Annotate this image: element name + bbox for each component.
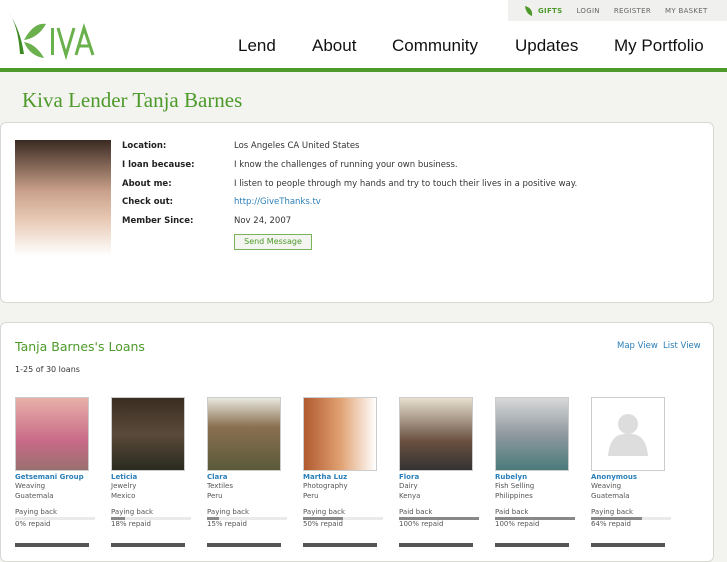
about-me-label: About me: bbox=[122, 179, 172, 189]
page-title: Kiva Lender Tanja Barnes bbox=[22, 88, 243, 112]
leaf-icon bbox=[525, 5, 533, 16]
loan-item[interactable]: Leticia Jewelry Mexico Paying back 18% r… bbox=[111, 397, 193, 530]
loan-sector: Photography bbox=[303, 482, 348, 490]
login-link[interactable]: LOGIN bbox=[576, 7, 599, 15]
site-header: GIFTS LOGIN REGISTER MY BASKET Lend Abou… bbox=[0, 0, 727, 72]
next-row-photo[interactable] bbox=[15, 543, 89, 547]
kiva-logo[interactable] bbox=[6, 10, 98, 60]
gifts-link[interactable]: GIFTS bbox=[538, 7, 562, 15]
location-label: Location: bbox=[122, 141, 167, 151]
loan-sector: Textiles bbox=[207, 482, 234, 490]
loan-item[interactable]: Clara Textiles Peru Paying back 15% repa… bbox=[207, 397, 289, 530]
borrower-photo[interactable] bbox=[111, 397, 185, 471]
lender-photo bbox=[15, 140, 111, 285]
loan-item[interactable]: Getsemani Group Weaving Guatemala Paying… bbox=[15, 397, 97, 530]
next-row-photo[interactable] bbox=[591, 543, 665, 547]
member-since-value: Nov 24, 2007 bbox=[234, 216, 292, 226]
loan-item[interactable]: Anonymous Weaving Guatemala Paying back … bbox=[591, 397, 673, 530]
loan-status: Paying back bbox=[15, 508, 58, 516]
borrower-name[interactable]: Flora bbox=[399, 472, 481, 482]
loan-item[interactable]: Martha Luz Photography Peru Paying back … bbox=[303, 397, 385, 530]
next-row-photo[interactable] bbox=[303, 543, 377, 547]
send-message-button[interactable]: Send Message bbox=[234, 234, 312, 250]
loan-country: Guatemala bbox=[15, 491, 54, 500]
loan-item[interactable]: Rubelyn Fish Selling Philippines Paid ba… bbox=[495, 397, 577, 530]
loan-country: Kenya bbox=[399, 491, 421, 500]
loan-country: Guatemala bbox=[591, 491, 630, 500]
repaid-percent: 100% repaid bbox=[399, 520, 444, 528]
loan-status: Paying back bbox=[207, 508, 250, 516]
loan-status: Paid back bbox=[495, 508, 529, 516]
list-view-link[interactable]: List View bbox=[663, 341, 701, 351]
check-out-label: Check out: bbox=[122, 197, 174, 207]
borrower-photo[interactable] bbox=[15, 397, 89, 471]
loan-country: Peru bbox=[207, 491, 223, 500]
loan-status: Paying back bbox=[111, 508, 154, 516]
next-row-photo[interactable] bbox=[495, 543, 569, 547]
borrower-photo[interactable] bbox=[303, 397, 377, 471]
borrower-name[interactable]: Leticia bbox=[111, 472, 193, 482]
utility-nav: GIFTS LOGIN REGISTER MY BASKET bbox=[508, 0, 727, 21]
borrower-name[interactable]: Getsemani Group bbox=[15, 472, 97, 482]
loan-status: Paying back bbox=[303, 508, 346, 516]
repaid-percent: 100% repaid bbox=[495, 520, 540, 528]
repaid-percent: 50% repaid bbox=[303, 520, 343, 528]
next-row-photo[interactable] bbox=[111, 543, 185, 547]
nav-about[interactable]: About bbox=[312, 36, 356, 56]
loan-country: Philippines bbox=[495, 491, 533, 500]
loan-sector: Weaving bbox=[15, 482, 46, 490]
nav-my-portfolio[interactable]: My Portfolio bbox=[614, 36, 704, 56]
loan-sector: Dairy bbox=[399, 482, 418, 490]
borrower-photo[interactable] bbox=[399, 397, 473, 471]
next-row-photo[interactable] bbox=[207, 543, 281, 547]
nav-community[interactable]: Community bbox=[392, 36, 478, 56]
next-row-photo[interactable] bbox=[399, 543, 473, 547]
borrower-photo[interactable] bbox=[591, 397, 665, 471]
loan-sector: Fish Selling bbox=[495, 482, 535, 490]
website-link[interactable]: http://GiveThanks.tv bbox=[234, 197, 321, 207]
basket-link[interactable]: MY BASKET bbox=[665, 7, 708, 15]
register-link[interactable]: REGISTER bbox=[614, 7, 651, 15]
loan-because-label: I loan because: bbox=[122, 160, 195, 170]
loans-heading: Tanja Barnes's Loans bbox=[15, 339, 145, 354]
loan-item[interactable]: Flora Dairy Kenya Paid back 100% repaid bbox=[399, 397, 481, 530]
nav-updates[interactable]: Updates bbox=[515, 36, 578, 56]
anonymous-icon bbox=[608, 414, 648, 456]
loan-because-value: I know the challenges of running your ow… bbox=[234, 160, 458, 170]
location-value: Los Angeles CA United States bbox=[234, 141, 360, 151]
member-since-label: Member Since: bbox=[122, 216, 194, 226]
loan-sector: Weaving bbox=[591, 482, 622, 490]
borrower-name[interactable]: Rubelyn bbox=[495, 472, 577, 482]
about-me-value: I listen to people through my hands and … bbox=[234, 179, 578, 189]
loan-sector: Jewelry bbox=[111, 482, 137, 490]
repaid-percent: 18% repaid bbox=[111, 520, 151, 528]
loan-country: Mexico bbox=[111, 491, 136, 500]
borrower-name[interactable]: Martha Luz bbox=[303, 472, 385, 482]
loan-count: 1-25 of 30 loans bbox=[15, 365, 80, 374]
loan-status: Paid back bbox=[399, 508, 433, 516]
repaid-percent: 64% repaid bbox=[591, 520, 631, 528]
borrower-name[interactable]: Clara bbox=[207, 472, 289, 482]
borrower-photo[interactable] bbox=[495, 397, 569, 471]
map-view-link[interactable]: Map View bbox=[617, 341, 658, 351]
borrower-photo[interactable] bbox=[207, 397, 281, 471]
repaid-percent: 15% repaid bbox=[207, 520, 247, 528]
repaid-percent: 0% repaid bbox=[15, 520, 51, 528]
loan-country: Peru bbox=[303, 491, 319, 500]
nav-lend[interactable]: Lend bbox=[238, 36, 276, 56]
loan-status: Paying back bbox=[591, 508, 634, 516]
borrower-name[interactable]: Anonymous bbox=[591, 472, 673, 482]
